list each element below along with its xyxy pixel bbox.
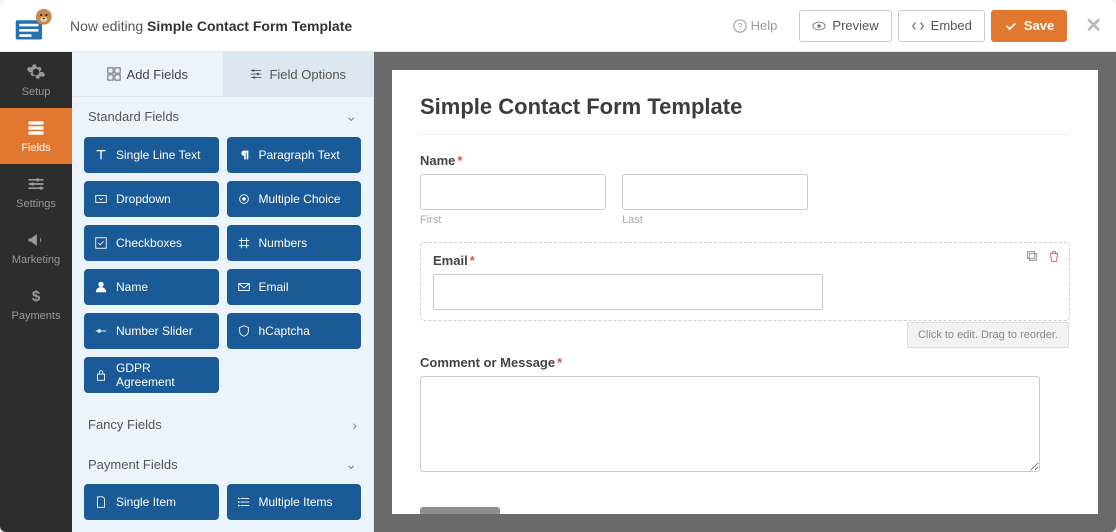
chevron-down-icon: ⌄ — [345, 108, 357, 125]
last-name-input[interactable] — [622, 174, 808, 210]
section-payment-fields[interactable]: Payment Fields ⌄ — [72, 444, 373, 484]
form-icon — [26, 118, 46, 138]
user-icon — [94, 280, 108, 294]
close-icon[interactable]: ✕ — [1085, 13, 1102, 38]
grid-icon — [107, 67, 121, 81]
options-icon — [249, 67, 263, 81]
duplicate-icon[interactable] — [1025, 249, 1039, 263]
checkbox-icon — [94, 236, 108, 250]
list-icon — [237, 495, 251, 509]
dropdown-icon — [94, 192, 108, 206]
field-multiple-choice[interactable]: Multiple Choice — [227, 181, 362, 217]
field-gdpr-agreement[interactable]: GDPR Agreement — [84, 357, 219, 393]
hash-icon — [237, 236, 251, 250]
first-sublabel: First — [420, 214, 606, 226]
last-sublabel: Last — [622, 214, 808, 226]
help-link[interactable]: ? Help — [733, 18, 778, 33]
embed-button[interactable]: Embed — [898, 10, 985, 42]
field-single-line-text[interactable]: Single Line Text — [84, 137, 219, 173]
field-checkboxes[interactable]: Checkboxes — [84, 225, 219, 261]
field-name[interactable]: Name — [84, 269, 219, 305]
bullhorn-icon — [26, 230, 46, 250]
radio-icon — [237, 192, 251, 206]
slider-icon — [94, 324, 108, 338]
first-name-input[interactable] — [420, 174, 606, 210]
mail-icon — [237, 280, 251, 294]
field-multiple-items[interactable]: Multiple Items — [227, 484, 362, 520]
top-bar: Now editing Simple Contact Form Template… — [0, 0, 1116, 52]
lock-icon — [94, 368, 108, 382]
shield-icon — [237, 324, 251, 338]
nav-setup[interactable]: Setup — [0, 52, 72, 108]
form-field-email[interactable]: Email* Click to edit. Drag to reorder. — [420, 242, 1070, 321]
svg-text:?: ? — [737, 21, 742, 31]
field-tools — [1025, 249, 1061, 263]
chevron-right-icon: › — [352, 417, 357, 433]
save-button[interactable]: Save — [991, 10, 1067, 42]
field-paragraph-text[interactable]: Paragraph Text — [227, 137, 362, 173]
sliders-icon — [26, 174, 46, 194]
trash-icon[interactable] — [1047, 249, 1061, 263]
paragraph-icon — [237, 148, 251, 162]
gear-icon — [26, 62, 46, 82]
form-canvas[interactable]: Simple Contact Form Template Name* First… — [392, 70, 1098, 514]
nav-marketing[interactable]: Marketing — [0, 220, 72, 276]
form-title: Simple Contact Form Template — [420, 94, 1070, 120]
editing-label: Now editing Simple Contact Form Template — [70, 18, 352, 34]
main-nav: Setup Fields Settings Marketing $ Paymen… — [0, 52, 72, 532]
dollar-icon: $ — [26, 286, 46, 306]
edit-hint: Click to edit. Drag to reorder. — [907, 322, 1069, 348]
nav-settings[interactable]: Settings — [0, 164, 72, 220]
form-field-name[interactable]: Name* First Last — [420, 153, 1070, 226]
field-dropdown[interactable]: Dropdown — [84, 181, 219, 217]
divider — [420, 134, 1070, 135]
text-icon — [94, 148, 108, 162]
file-icon — [94, 495, 108, 509]
section-fancy-fields[interactable]: Fancy Fields › — [72, 405, 373, 445]
nav-fields[interactable]: Fields — [0, 108, 72, 164]
submit-button[interactable]: Submit — [420, 507, 500, 514]
tab-field-options[interactable]: Field Options — [223, 52, 374, 96]
canvas-wrap: Simple Contact Form Template Name* First… — [374, 52, 1116, 532]
field-email[interactable]: Email — [227, 269, 362, 305]
comment-textarea[interactable] — [420, 376, 1040, 472]
standard-fields-grid: Single Line Text Paragraph Text Dropdown… — [72, 137, 373, 405]
email-label: Email* — [433, 253, 1057, 268]
field-single-item[interactable]: Single Item — [84, 484, 219, 520]
field-numbers[interactable]: Numbers — [227, 225, 362, 261]
app-logo — [14, 8, 56, 44]
fields-sidebar: Add Fields Field Options Standard Fields… — [72, 52, 374, 532]
comment-label: Comment or Message* — [420, 355, 1070, 370]
tab-add-fields[interactable]: Add Fields — [72, 52, 223, 96]
field-number-slider[interactable]: Number Slider — [84, 313, 219, 349]
section-standard-fields[interactable]: Standard Fields ⌄ — [72, 97, 373, 137]
nav-payments[interactable]: $ Payments — [0, 276, 72, 332]
chevron-down-icon: ⌄ — [345, 456, 357, 473]
email-input[interactable] — [433, 274, 823, 310]
svg-text:$: $ — [32, 288, 41, 305]
form-field-comment[interactable]: Comment or Message* — [420, 355, 1070, 477]
field-hcaptcha[interactable]: hCaptcha — [227, 313, 362, 349]
preview-button[interactable]: Preview — [799, 10, 891, 42]
name-label: Name* — [420, 153, 1070, 168]
payment-fields-grid: Single Item Multiple Items — [72, 484, 373, 532]
